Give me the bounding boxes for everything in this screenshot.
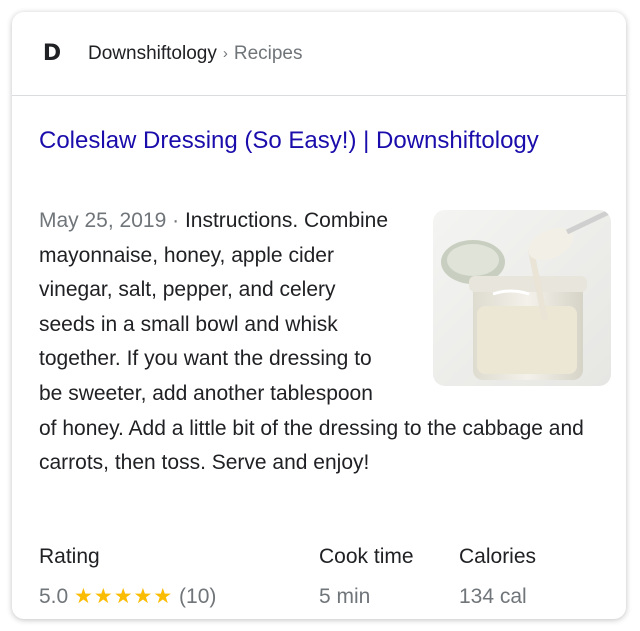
calories-fact: Calories 134 cal — [459, 540, 536, 614]
cook-time-value: 5 min — [319, 585, 371, 608]
cook-time-fact: Cook time 5 min — [319, 540, 414, 614]
calories-label: Calories — [459, 545, 537, 568]
rating-value-row: 5.0 ★★★★★ (10) — [39, 580, 216, 614]
calories-value: 134 cal — [459, 585, 527, 608]
breadcrumb[interactable]: Recipes — [234, 43, 303, 65]
result-thumbnail-image[interactable] — [433, 210, 611, 386]
breadcrumb-separator: › — [222, 45, 228, 62]
result-date: May 25, 2019 — [39, 209, 167, 232]
result-snippet-block: May 25, 2019 · Instructions. Combine may… — [39, 204, 611, 481]
star-rating-icon: ★★★★★ — [74, 585, 174, 608]
rating-fact: Rating 5.0 ★★★★★ (10) — [39, 540, 216, 614]
result-title-link[interactable]: Coleslaw Dressing (So Easy!) | Downshift… — [39, 124, 599, 158]
site-name[interactable]: Downshiftology — [88, 43, 217, 65]
rating-count: (10) — [179, 585, 217, 608]
rating-label: Rating — [39, 545, 100, 568]
date-separator: · — [166, 209, 185, 232]
cook-time-label: Cook time — [319, 545, 414, 568]
site-favicon-icon: D — [42, 41, 62, 66]
result-header[interactable]: D Downshiftology › Recipes — [12, 12, 626, 96]
recipe-facts: Rating 5.0 ★★★★★ (10) Cook time 5 min Ca… — [39, 540, 599, 619]
search-result-card: D Downshiftology › Recipes Coleslaw Dres… — [12, 12, 626, 619]
rating-value: 5.0 — [39, 585, 69, 608]
